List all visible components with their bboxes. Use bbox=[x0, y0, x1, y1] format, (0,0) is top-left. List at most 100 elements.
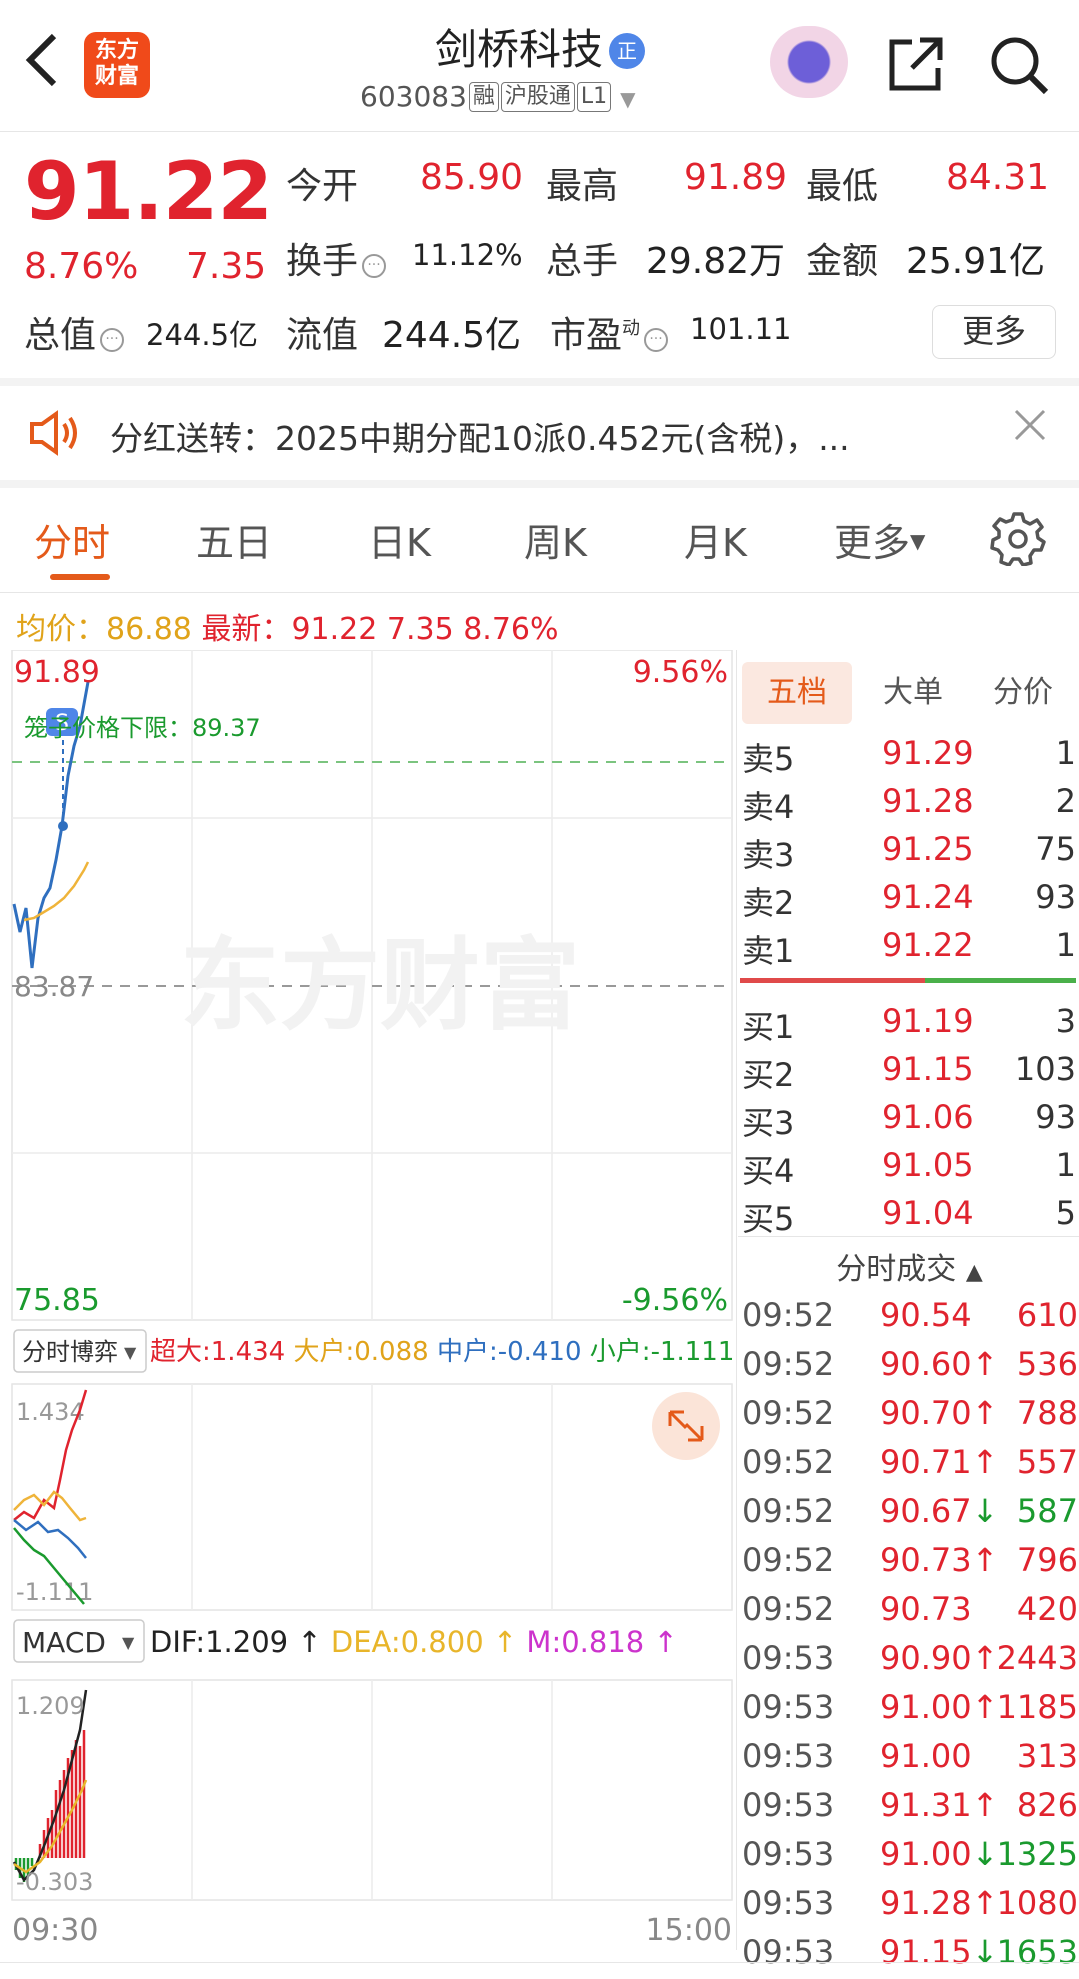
tab-five-levels[interactable]: 五档 bbox=[742, 662, 852, 724]
trade-price: 90.70↑ bbox=[880, 1394, 999, 1432]
trade-price: 90.60↑ bbox=[880, 1345, 999, 1383]
bid-row: 买4 91.05 1 bbox=[742, 1146, 1076, 1190]
bottom-pct-label: -9.56% bbox=[622, 1283, 728, 1318]
trade-time: 09:52 bbox=[742, 1541, 835, 1579]
tab-monthly-k[interactable]: 月K bbox=[684, 512, 747, 567]
trades-header[interactable]: 分时成交 ▲ bbox=[740, 1244, 1079, 1288]
trade-volume: 788 bbox=[1016, 1394, 1078, 1432]
bid-row: 买1 91.19 3 bbox=[742, 1002, 1076, 1046]
tab-intraday[interactable]: 分时 bbox=[34, 512, 110, 567]
mktcap-value: 244.5亿 bbox=[146, 318, 259, 352]
trade-time: 09:53 bbox=[742, 1737, 835, 1775]
ask-row: 卖2 91.24 93 bbox=[742, 878, 1076, 922]
trade-arrow: ↓ bbox=[971, 1492, 999, 1530]
time-start-label: 09:30 bbox=[12, 1913, 98, 1948]
trade-price: 90.73 bbox=[880, 1590, 972, 1628]
share-icon bbox=[889, 37, 943, 91]
divider bbox=[738, 1236, 1079, 1237]
trade-arrow: ↑ bbox=[971, 1345, 999, 1383]
mktcap-label: 总值 ··· bbox=[24, 306, 128, 358]
trade-time: 09:52 bbox=[742, 1394, 835, 1432]
latest-label: 最新： bbox=[201, 612, 292, 647]
tab-five-day[interactable]: 五日 bbox=[196, 512, 272, 567]
latest-change: 7.35 bbox=[386, 612, 454, 647]
search-icon bbox=[991, 37, 1049, 95]
stock-code-line[interactable]: 603083 融沪股通 L1 ▼ bbox=[360, 80, 635, 113]
trade-time: 09:52 bbox=[742, 1443, 835, 1481]
app-logo: 东方 财富 bbox=[84, 32, 150, 98]
avg-value: 86.88 bbox=[106, 612, 192, 647]
macd-min-label: -0.303 bbox=[16, 1868, 93, 1896]
trade-price: 90.67↓ bbox=[880, 1492, 999, 1530]
chart-settings-button[interactable] bbox=[990, 510, 1046, 570]
assistant-avatar-icon[interactable] bbox=[770, 26, 848, 98]
tag-connect: 沪股通 bbox=[500, 82, 575, 112]
tab-price-dist[interactable]: 分价 bbox=[970, 662, 1076, 724]
flow-legend: 超大:1.434 大户:0.088 中户:-0.410 小户:-1.111 bbox=[150, 1337, 734, 1367]
tab-more[interactable]: 更多▼ bbox=[834, 512, 925, 567]
trade-volume: 1185 bbox=[996, 1688, 1078, 1726]
gear-icon bbox=[990, 512, 1046, 567]
more-quote-button[interactable]: 更多 bbox=[932, 305, 1056, 359]
trade-time: 09:53 bbox=[742, 1884, 835, 1922]
trade-row: 09:53 91.00↑ 1185 bbox=[742, 1688, 1078, 1736]
trade-arrow: ↑ bbox=[971, 1786, 999, 1824]
bid-row: 买5 91.04 5 bbox=[742, 1194, 1076, 1238]
marker-dot bbox=[58, 821, 68, 831]
change-pct: 8.76% bbox=[24, 246, 139, 287]
sell-ratio bbox=[740, 978, 925, 983]
tab-weekly-k[interactable]: 周K bbox=[524, 512, 587, 567]
search-button[interactable] bbox=[988, 34, 1050, 96]
trade-row: 09:53 90.90↑ 2443 bbox=[742, 1639, 1078, 1687]
trade-row: 09:53 91.00↓ 1325 bbox=[742, 1835, 1078, 1883]
trade-row: 09:53 91.00 313 bbox=[742, 1737, 1078, 1785]
ask-row: 卖3 91.25 75 bbox=[742, 830, 1076, 874]
tag-margin: 融 bbox=[468, 82, 499, 112]
share-button[interactable] bbox=[886, 34, 946, 94]
turnover-label: 换手 ··· bbox=[286, 232, 390, 284]
trade-row: 09:52 90.73 420 bbox=[742, 1590, 1078, 1638]
section-gap bbox=[0, 480, 1079, 488]
buy-ratio bbox=[925, 978, 1076, 983]
ask-row: 卖4 91.28 2 bbox=[742, 782, 1076, 826]
trade-arrow: ↑ bbox=[971, 1688, 999, 1726]
info-icon: ··· bbox=[100, 328, 125, 352]
trade-time: 09:52 bbox=[742, 1492, 835, 1530]
trade-volume: 536 bbox=[1016, 1345, 1078, 1383]
close-notice-button[interactable] bbox=[1012, 404, 1048, 453]
chevron-left-icon bbox=[25, 33, 57, 87]
section-gap bbox=[0, 378, 1079, 386]
trade-volume: 796 bbox=[1016, 1541, 1078, 1579]
dropdown-icon: ▼ bbox=[122, 1633, 135, 1652]
trade-row: 09:52 90.71↑ 557 bbox=[742, 1443, 1078, 1491]
dividend-notice[interactable]: 分红送转：2025中期分配10派0.452元(含税)，... bbox=[110, 412, 850, 460]
back-button[interactable] bbox=[22, 30, 72, 100]
trade-price: 91.00↓ bbox=[880, 1835, 999, 1873]
stock-code: 603083 bbox=[360, 80, 467, 113]
bid-row: 买2 91.15 103 bbox=[742, 1050, 1076, 1094]
divider bbox=[0, 131, 1079, 132]
intraday-chart[interactable]: 东方财富 S 91.89 9.56% 笼子价格下限：89.37 83.87 75… bbox=[0, 650, 734, 1950]
stock-name: 剑桥科技 bbox=[434, 25, 603, 74]
caret-up-icon: ▲ bbox=[965, 1260, 983, 1285]
tab-big-orders[interactable]: 大单 bbox=[860, 662, 966, 724]
trade-time: 09:53 bbox=[742, 1835, 835, 1873]
flow-select-label: 分时博弈 bbox=[22, 1338, 118, 1366]
last-price: 91.22 bbox=[24, 145, 273, 238]
price-info-line: 均价：86.88 最新：91.22 7.35 8.76% bbox=[16, 604, 559, 648]
trade-volume: 610 bbox=[1016, 1296, 1078, 1334]
trade-volume: 420 bbox=[1016, 1590, 1078, 1628]
bid-row: 买3 91.06 93 bbox=[742, 1098, 1076, 1142]
trade-volume: 1653 bbox=[996, 1933, 1078, 1971]
trade-time: 09:53 bbox=[742, 1639, 835, 1677]
trade-row: 09:52 90.67↓ 587 bbox=[742, 1492, 1078, 1540]
tab-daily-k[interactable]: 日K bbox=[368, 512, 431, 567]
trade-row: 09:52 90.70↑ 788 bbox=[742, 1394, 1078, 1442]
dropdown-icon: ▼ bbox=[124, 1343, 137, 1362]
trade-volume: 1325 bbox=[996, 1835, 1078, 1873]
trade-price: 91.00 bbox=[880, 1737, 972, 1775]
latest-value: 91.22 bbox=[291, 612, 378, 647]
trade-row: 09:53 91.31↑ 826 bbox=[742, 1786, 1078, 1834]
volume-value: 29.82万 bbox=[646, 241, 786, 282]
watermark: 东方财富 bbox=[180, 927, 580, 1044]
